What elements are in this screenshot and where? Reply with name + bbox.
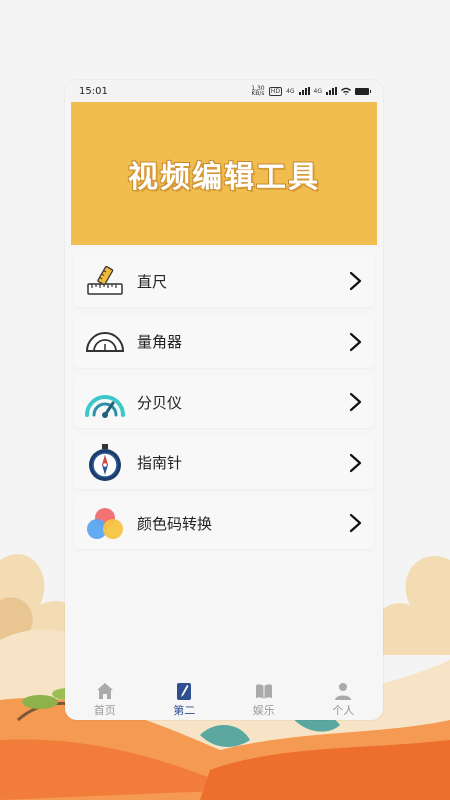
tab-label: 第二 [173, 703, 196, 717]
signal-icon-2 [326, 87, 337, 95]
tab-label: 个人 [332, 703, 355, 717]
compass-icon [79, 437, 131, 489]
tool-label: 量角器 [137, 333, 183, 351]
signal-4g-label: 4G [286, 87, 295, 95]
tab-entertainment[interactable]: 娱乐 [234, 681, 294, 718]
tool-label: 指南针 [137, 454, 183, 472]
tab-profile[interactable]: 个人 [313, 681, 373, 718]
tab-label: 首页 [93, 703, 116, 717]
signal-4g-label-2: 4G [313, 87, 322, 95]
tool-label: 颜色码转换 [137, 514, 213, 533]
decibel-meter-icon [79, 376, 131, 428]
tool-item-protractor[interactable]: 量角器 [73, 315, 375, 368]
wifi-icon [341, 87, 351, 95]
tool-item-compass[interactable]: 指南针 [73, 436, 375, 489]
ruler-icon [79, 255, 131, 307]
battery-icon [355, 87, 371, 95]
chevron-right-icon [349, 453, 362, 472]
banner-title: 视频编辑工具 [128, 159, 320, 195]
status-time: 15:01 [79, 85, 108, 97]
edit-icon [177, 682, 192, 700]
color-circles-icon [79, 497, 131, 549]
bottom-tab-bar: 首页 第二 娱乐 个人 [65, 678, 383, 720]
tool-label: 分贝仪 [137, 393, 183, 412]
chevron-right-icon [349, 332, 362, 351]
person-icon [335, 682, 352, 700]
home-icon [96, 682, 113, 699]
net-speed: 1.30 KB/s [251, 85, 265, 97]
chevron-right-icon [349, 271, 362, 291]
phone-screen: 15:01 1.30 KB/s HD 4G 4G 视频编辑工具 直尺 量角器 分… [65, 80, 383, 720]
chevron-right-icon [349, 392, 362, 412]
header-banner: 视频编辑工具 [71, 102, 377, 245]
status-bar: 15:01 1.30 KB/s HD 4G 4G [65, 80, 383, 102]
tab-home[interactable]: 首页 [75, 681, 135, 718]
tool-item-decibel-meter[interactable]: 分贝仪 [73, 376, 375, 428]
tool-list: 直尺 量角器 分贝仪 指南针 颜色码转换 [65, 245, 383, 549]
chevron-right-icon [349, 513, 362, 533]
book-icon [255, 683, 272, 699]
hd-icon: HD [268, 86, 283, 96]
tool-item-ruler[interactable]: 直尺 [73, 255, 375, 307]
protractor-icon [79, 316, 131, 368]
tab-second[interactable]: 第二 [154, 681, 214, 718]
signal-icon [298, 87, 310, 95]
tool-label: 直尺 [137, 272, 168, 291]
tab-label: 娱乐 [252, 703, 275, 717]
tool-item-color-code[interactable]: 颜色码转换 [73, 497, 375, 549]
status-icons: 1.30 KB/s HD 4G 4G [251, 85, 371, 97]
